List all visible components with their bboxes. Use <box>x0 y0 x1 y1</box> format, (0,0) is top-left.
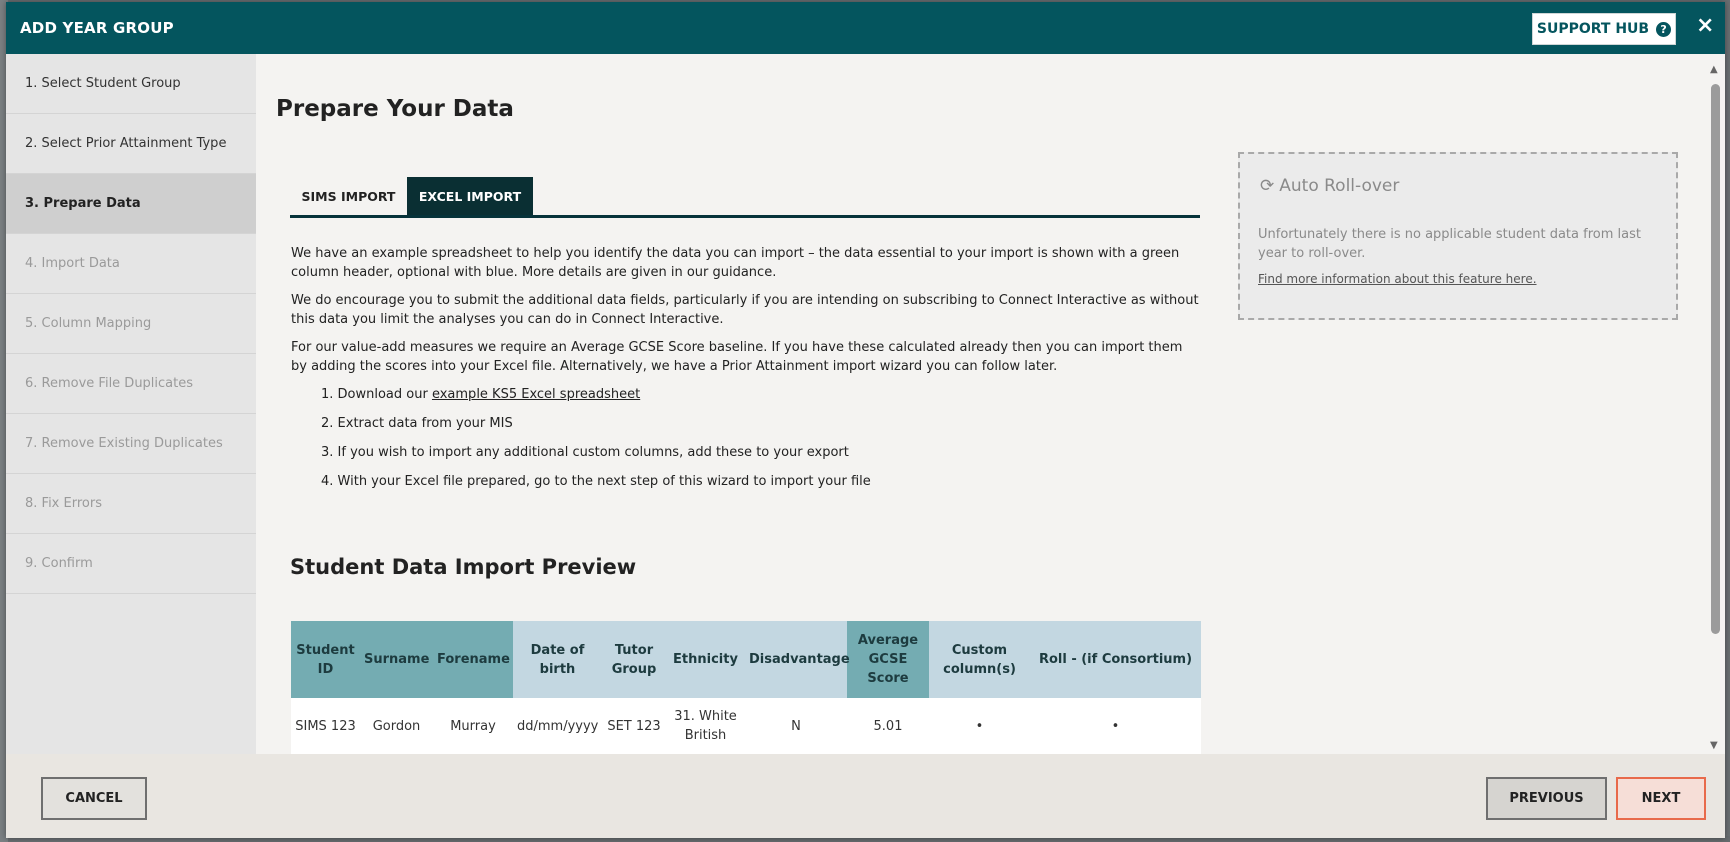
modal-title: ADD YEAR GROUP <box>20 19 174 37</box>
cancel-button[interactable]: CANCEL <box>41 777 147 820</box>
add-year-group-modal: ADD YEAR GROUP SUPPORT HUB ? × 1. Select… <box>6 2 1725 838</box>
table-cell: Gordon <box>360 698 433 754</box>
step-label: 4. Import Data <box>25 256 120 271</box>
step-label: 3. Prepare Data <box>25 196 141 211</box>
rollover-title-text: Auto Roll-over <box>1279 176 1400 196</box>
next-button[interactable]: NEXT <box>1616 777 1706 820</box>
main-content: Prepare Your Data SIMS IMPORT EXCEL IMPO… <box>256 54 1706 754</box>
column-header: Forename <box>433 621 513 698</box>
step-label: 5. Column Mapping <box>25 316 152 331</box>
step-label: 8. Fix Errors <box>25 496 102 511</box>
sidebar-step-confirm: 9. Confirm <box>6 534 256 594</box>
modal-header: ADD YEAR GROUP SUPPORT HUB ? × <box>6 2 1725 54</box>
page-title: Prepare Your Data <box>276 96 514 122</box>
table-cell: 5.01 <box>847 698 929 754</box>
intro-paragraph: We have an example spreadsheet to help y… <box>291 246 1180 280</box>
wizard-steps-sidebar: 1. Select Student Group 2. Select Prior … <box>6 54 256 754</box>
sidebar-step-remove-existing-duplicates: 7. Remove Existing Duplicates <box>6 414 256 474</box>
column-header: Student ID <box>291 621 360 698</box>
auto-rollover-panel: ⟳ Auto Roll-over Unfortunately there is … <box>1238 152 1678 320</box>
column-header: Surname <box>360 621 433 698</box>
rollover-info-link[interactable]: Find more information about this feature… <box>1258 272 1537 286</box>
instructions: We have an example spreadsheet to help y… <box>291 244 1201 501</box>
table-cell: N <box>745 698 847 754</box>
sidebar-step-fix-errors: 8. Fix Errors <box>6 474 256 534</box>
support-hub-button[interactable]: SUPPORT HUB ? <box>1532 13 1676 45</box>
support-hub-label: SUPPORT HUB <box>1536 21 1650 37</box>
table-cell: dd/mm/yyyy <box>513 698 602 754</box>
table-cell: 31. White British <box>666 698 745 754</box>
table-cell: SET 123 <box>602 698 666 754</box>
example-spreadsheet-link[interactable]: example KS5 Excel spreadsheet <box>432 387 640 402</box>
sidebar-step-select-student-group[interactable]: 1. Select Student Group <box>6 54 256 114</box>
column-header: Roll - (if Consortium) <box>1030 621 1201 698</box>
step-label: 6. Remove File Duplicates <box>25 376 194 391</box>
sidebar-step-column-mapping: 5. Column Mapping <box>6 294 256 354</box>
list-item: 3. If you wish to import any additional … <box>321 445 849 460</box>
sidebar-step-import-data: 4. Import Data <box>6 234 256 294</box>
step-label: 7. Remove Existing Duplicates <box>25 436 223 451</box>
column-header: Custom column(s) <box>929 621 1030 698</box>
import-tabs: SIMS IMPORT EXCEL IMPORT <box>290 177 1200 218</box>
sidebar-step-select-prior-attainment-type[interactable]: 2. Select Prior Attainment Type <box>6 114 256 174</box>
content-scrollbar[interactable]: ▲ ▼ <box>1706 54 1725 754</box>
preparation-steps-list: 1. Download our example KS5 Excel spread… <box>321 385 1201 491</box>
column-header: Tutor Group <box>602 621 666 698</box>
modal-footer: CANCEL PREVIOUS NEXT <box>6 754 1725 838</box>
previous-button[interactable]: PREVIOUS <box>1486 777 1607 820</box>
refresh-icon: ⟳ <box>1260 176 1275 196</box>
rollover-message: Unfortunately there is no applicable stu… <box>1258 227 1641 261</box>
table-cell: • <box>1030 698 1201 754</box>
column-header: Date of birth <box>513 621 602 698</box>
table-cell: SIMS 123 <box>291 698 360 754</box>
scroll-up-icon[interactable]: ▲ <box>1710 64 1718 75</box>
step-label: 1. Select Student Group <box>25 76 181 91</box>
preview-title: Student Data Import Preview <box>290 555 637 579</box>
list-item: 2. Extract data from your MIS <box>321 416 513 431</box>
close-icon[interactable]: × <box>1696 15 1714 37</box>
table-cell: • <box>929 698 1030 754</box>
value-add-paragraph: For our value-add measures we require an… <box>291 340 1183 374</box>
column-header: Average GCSE Score <box>847 621 929 698</box>
step1-text: 1. Download our <box>321 387 432 402</box>
student-data-preview-table: Student ID Surname Forename Date of birt… <box>291 621 1201 754</box>
scroll-thumb[interactable] <box>1711 84 1720 634</box>
connect-interactive-paragraph: We do encourage you to submit the additi… <box>291 293 1199 327</box>
rollover-title: ⟳ Auto Roll-over <box>1260 176 1399 196</box>
table-cell: Murray <box>433 698 513 754</box>
sidebar-step-remove-file-duplicates: 6. Remove File Duplicates <box>6 354 256 414</box>
list-item: 1. Download our example KS5 Excel spread… <box>321 385 1201 404</box>
column-header: Disadvantage <box>745 621 850 698</box>
tab-sims-import[interactable]: SIMS IMPORT <box>290 177 407 215</box>
list-item: 4. With your Excel file prepared, go to … <box>321 474 871 489</box>
sidebar-step-prepare-data[interactable]: 3. Prepare Data <box>6 174 256 234</box>
step-label: 2. Select Prior Attainment Type <box>25 136 227 151</box>
scroll-down-icon[interactable]: ▼ <box>1710 740 1718 751</box>
step-label: 9. Confirm <box>25 556 93 571</box>
table-row: SIMS 123 Gordon Murray dd/mm/yyyy SET 12… <box>291 698 1201 754</box>
column-header: Ethnicity <box>666 621 745 698</box>
question-circle-icon: ? <box>1656 21 1672 37</box>
table-header-row: Student ID Surname Forename Date of birt… <box>291 621 1201 698</box>
tab-excel-import[interactable]: EXCEL IMPORT <box>407 177 533 215</box>
